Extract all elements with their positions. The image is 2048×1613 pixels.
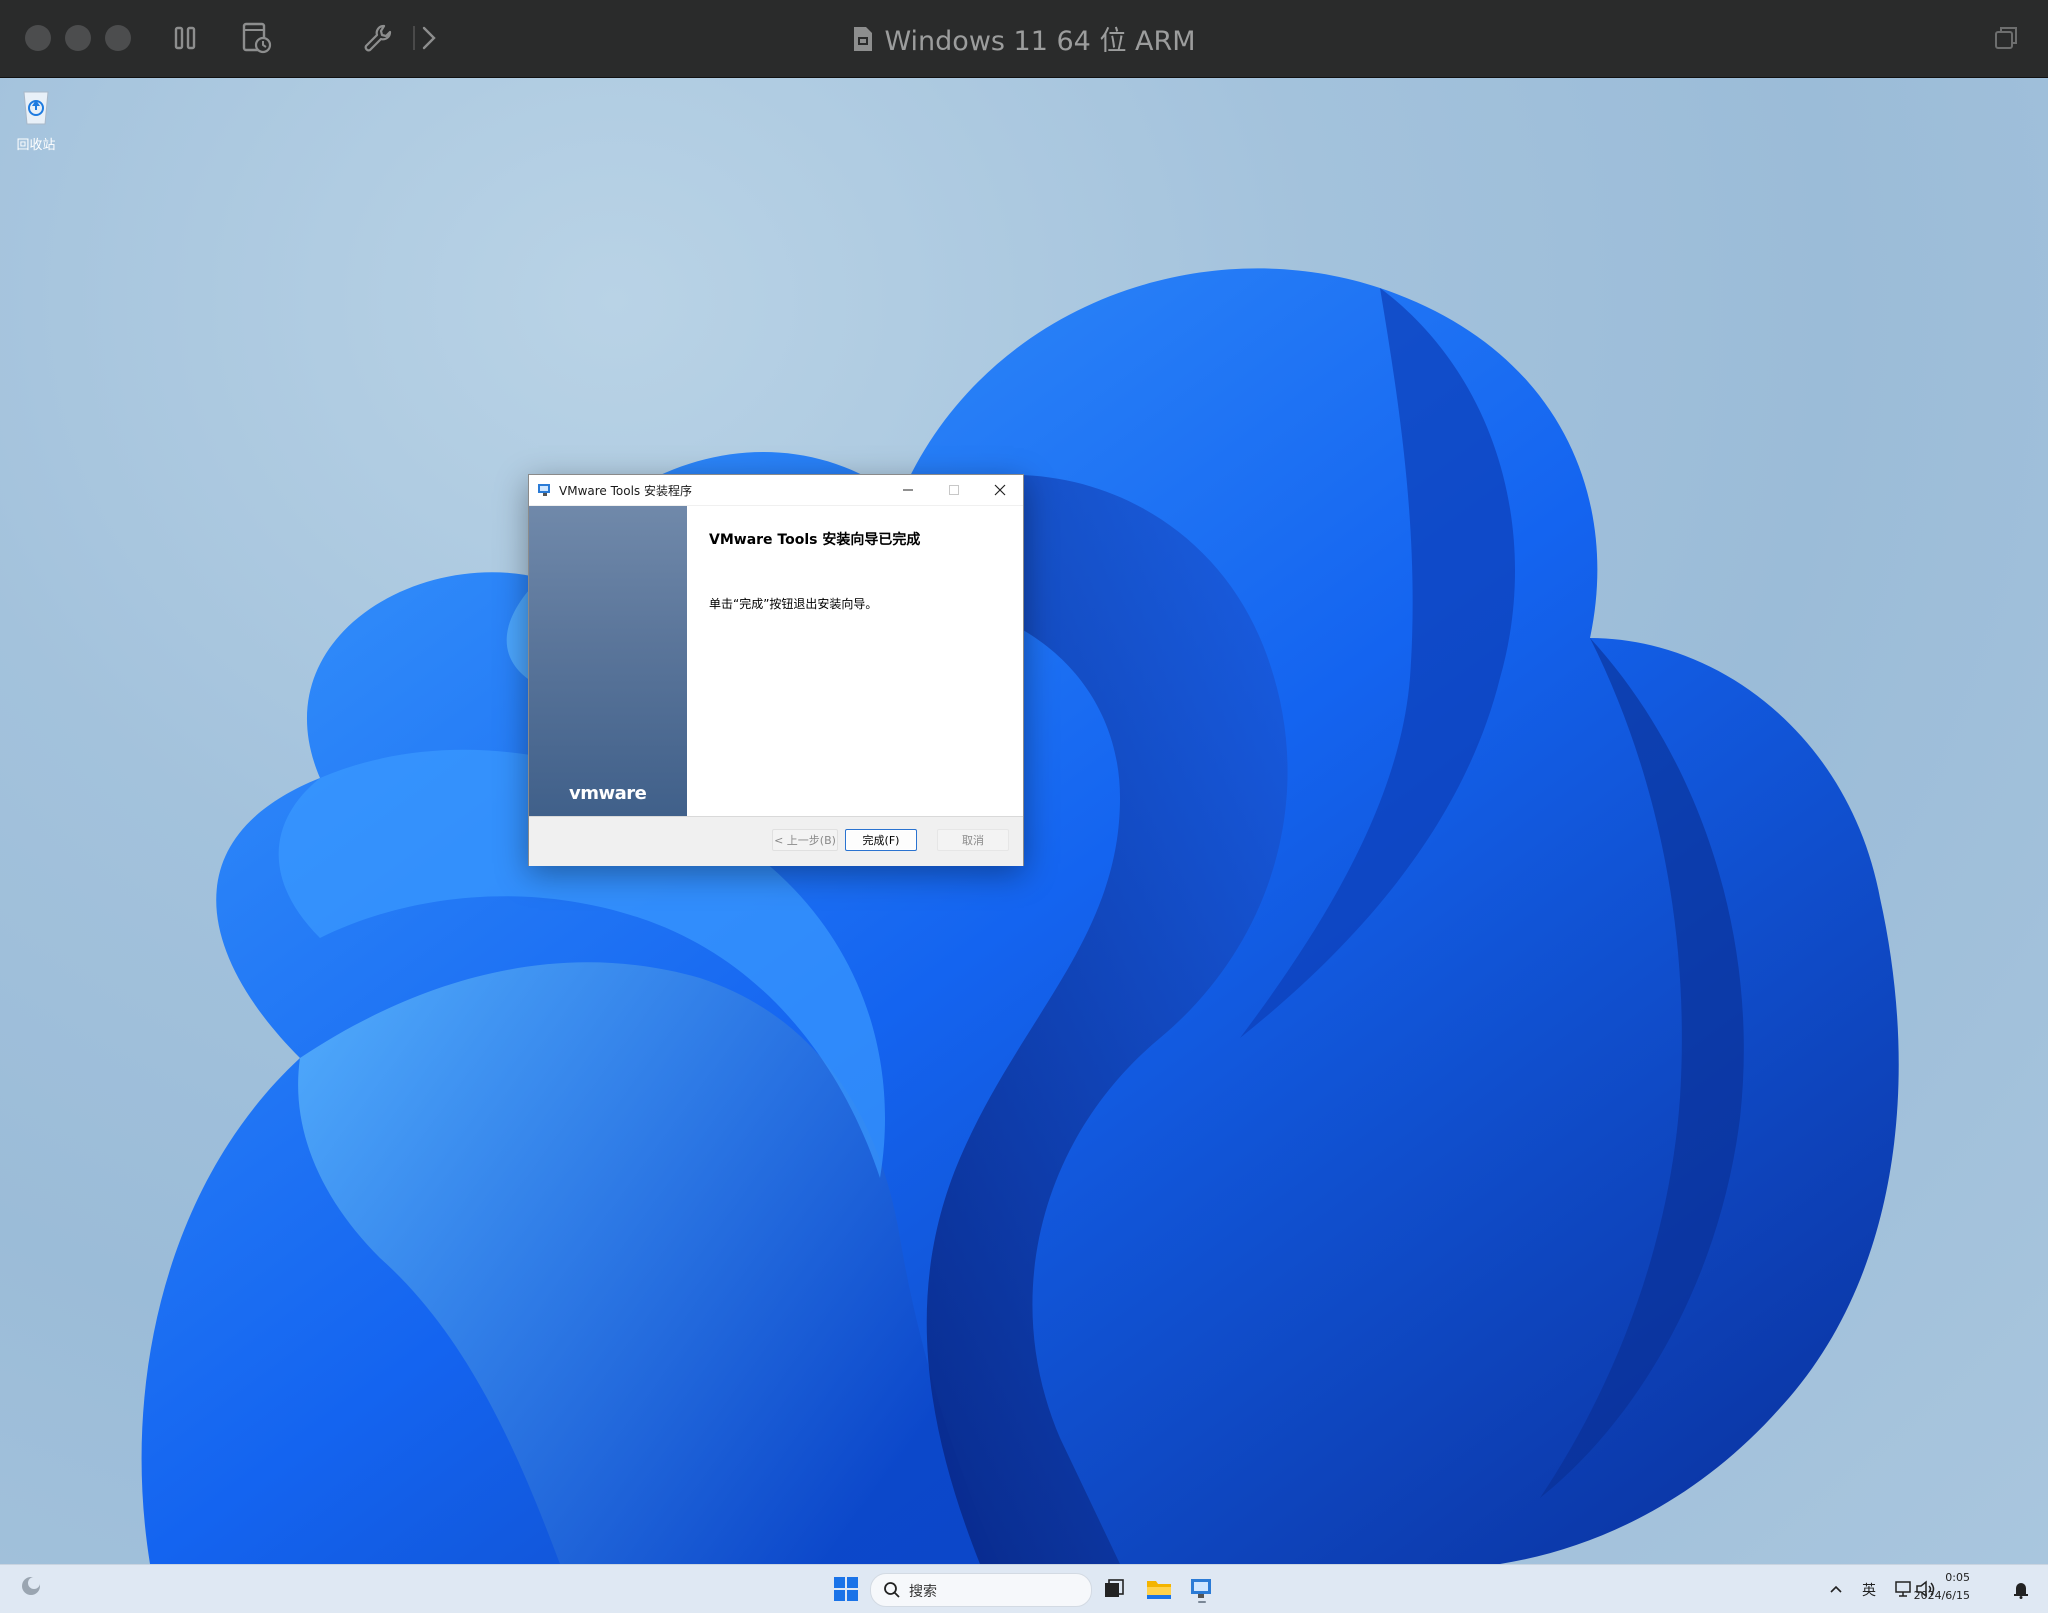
start-icon[interactable] <box>832 1575 860 1603</box>
restore-window-icon[interactable] <box>1986 18 2026 58</box>
vmware-logo: vmware <box>569 783 647 804</box>
recycle-bin-icon <box>23 91 49 125</box>
forward-chevron-icon[interactable] <box>408 18 448 58</box>
installer-dialog: VMware Tools 安装程序 vmware VMware Tools 安装… <box>528 474 1024 866</box>
vm-title-bar: Windows 11 64 位 ARM <box>0 0 2048 77</box>
clock-time: 0:05 <box>1945 1571 1970 1584</box>
wizard-side-banner: vmware <box>529 506 687 816</box>
finish-button[interactable]: 完成(F) <box>845 829 917 851</box>
notification-bell-icon[interactable] <box>2010 1578 2032 1600</box>
taskbar-search-box[interactable]: 搜索 <box>870 1573 1092 1607</box>
desktop-icon-recycle-bin[interactable]: 回收站 <box>8 86 64 153</box>
file-explorer-icon[interactable] <box>1145 1575 1173 1603</box>
wizard-heading: VMware Tools 安装向导已完成 <box>709 532 921 548</box>
show-hidden-icons-chevron-icon[interactable] <box>1826 1579 1846 1599</box>
wizard-message: 单击“完成”按钮退出安装向导。 <box>709 597 878 611</box>
dialog-minimize-button[interactable] <box>885 475 931 505</box>
vm-document-icon <box>854 26 873 51</box>
vm-title: Windows 11 64 位 ARM <box>884 26 1196 57</box>
ime-indicator[interactable]: 英 <box>1862 1580 1876 1600</box>
clock-date: 2024/6/15 <box>1913 1589 1970 1602</box>
task-view-icon[interactable] <box>1100 1575 1128 1603</box>
maximize-icon <box>949 485 959 495</box>
taskbar-clock[interactable]: 0:05 2024/6/15 <box>1914 1569 1970 1605</box>
desktop-icon-label: 回收站 <box>16 138 56 153</box>
zoom-window-button[interactable] <box>105 25 131 51</box>
snapshot-icon[interactable] <box>236 18 276 58</box>
widgets-weather-icon[interactable] <box>18 1573 44 1599</box>
dialog-title: VMware Tools 安装程序 <box>559 484 692 498</box>
dialog-footer: < 上一步(B) 完成(F) 取消 <box>529 816 1023 866</box>
dialog-titlebar: VMware Tools 安装程序 <box>529 475 1023 506</box>
search-icon <box>884 1582 900 1598</box>
back-button[interactable]: < 上一步(B) <box>772 829 838 851</box>
wallpaper-bloom <box>141 268 1899 1564</box>
dialog-close-button[interactable] <box>977 475 1023 505</box>
guest-desktop: 回收站 VMware Tools 安装程序 vmware VMware Tool… <box>0 78 2048 1564</box>
vmware-installer-app-icon <box>538 484 550 496</box>
search-placeholder: 搜索 <box>909 1584 937 1600</box>
close-window-button[interactable] <box>25 25 51 51</box>
dialog-maximize-button <box>931 475 977 505</box>
vmware-installer-icon[interactable] <box>1188 1575 1216 1603</box>
close-icon <box>994 484 1006 496</box>
network-icon[interactable] <box>1893 1578 1915 1600</box>
host-titlebar: Windows 11 64 位 ARM <box>0 0 2048 78</box>
minimize-icon <box>903 489 913 491</box>
minimize-window-button[interactable] <box>65 25 91 51</box>
cancel-button[interactable]: 取消 <box>937 829 1009 851</box>
pause-icon[interactable] <box>166 18 206 58</box>
settings-wrench-icon[interactable] <box>358 18 398 58</box>
taskbar: 搜索 英 0:05 2024/6/15 <box>0 1564 2048 1613</box>
